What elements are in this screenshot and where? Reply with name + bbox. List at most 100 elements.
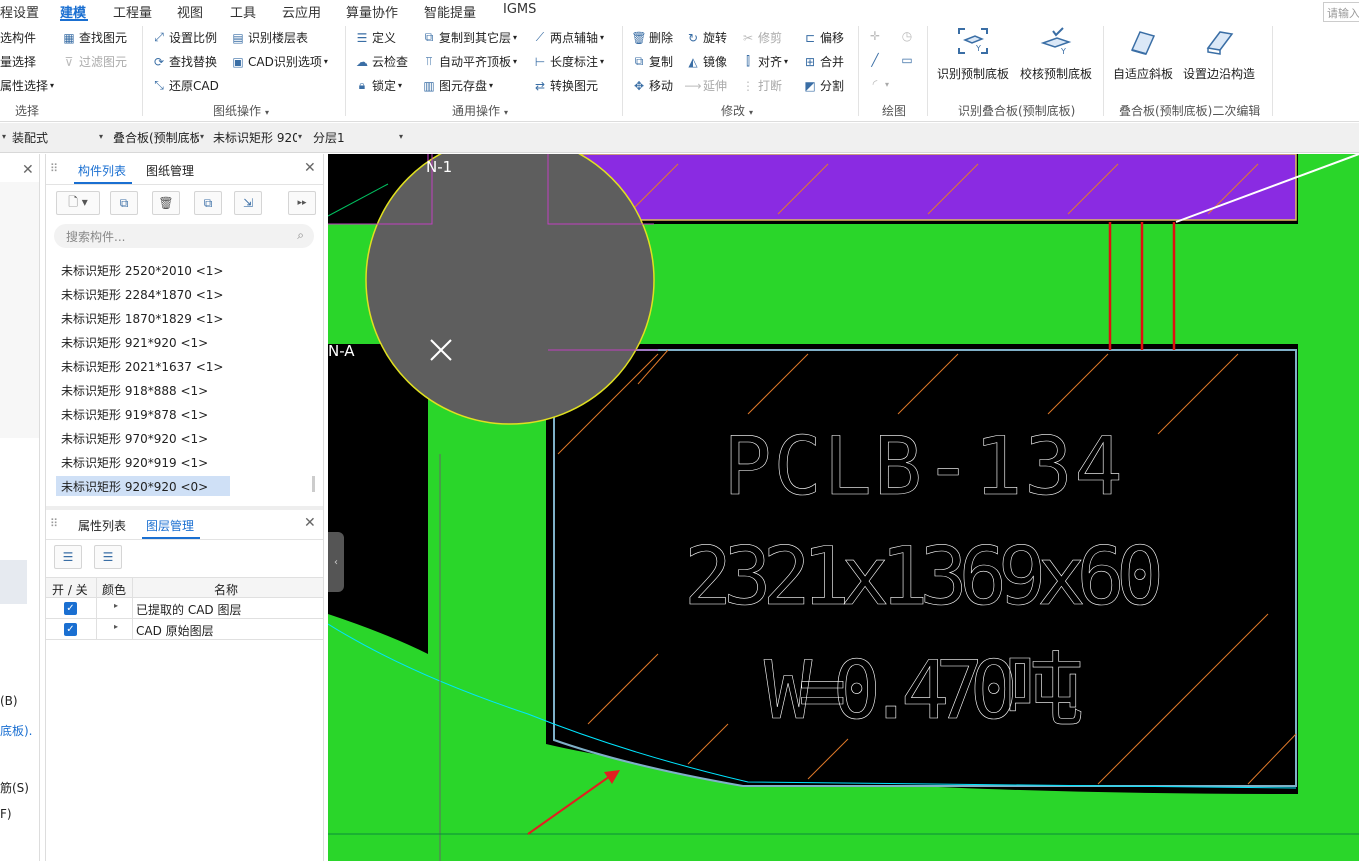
- set-edge-button[interactable]: 设置边沿构造: [1183, 26, 1255, 82]
- menu-cloud[interactable]: 云应用: [282, 2, 321, 21]
- more-tools-button[interactable]: ▸▸: [288, 191, 316, 215]
- expand-arrow-icon[interactable]: ▸: [114, 622, 118, 631]
- check-precast-button[interactable]: Y 校核预制底板: [1020, 26, 1092, 82]
- extend-button[interactable]: ⟶ 延伸: [684, 77, 727, 94]
- element-save-button[interactable]: ▥ 图元存盘 ▾: [422, 77, 493, 94]
- add-layer-button[interactable]: ☰: [54, 545, 82, 569]
- cloud-check-button[interactable]: ☁ 云检查: [355, 53, 408, 70]
- pick-component-button[interactable]: 选构件: [0, 29, 36, 46]
- find-replace-button[interactable]: ⟳ 查找替换: [152, 53, 217, 70]
- draw-rect-button[interactable]: ▭: [900, 53, 917, 67]
- drawing-canvas[interactable]: N-1 N-A PCLB-134 2321x1369x60 W=0.470吨: [328, 154, 1359, 861]
- draw-point-button[interactable]: ✛: [868, 29, 885, 43]
- component-list-item-selected[interactable]: 未标识矩形 920*920 <0>: [56, 476, 230, 496]
- nav-item[interactable]: F): [0, 807, 12, 821]
- import-component-button[interactable]: ⇲: [234, 191, 262, 215]
- mirror-button[interactable]: ◭ 镜像: [686, 53, 727, 70]
- menu-project-settings[interactable]: 程设置: [0, 2, 39, 21]
- offset-button[interactable]: ⊏ 偏移: [803, 29, 844, 46]
- tab-attribute-list[interactable]: 属性列表: [78, 517, 126, 534]
- layer-row[interactable]: ✓ ▸ 已提取的 CAD 图层: [46, 598, 323, 619]
- tab-drawing-management[interactable]: 图纸管理: [146, 162, 194, 179]
- menu-collab[interactable]: 算量协作: [346, 2, 398, 21]
- component-list-item[interactable]: 未标识矩形 2520*2010 <1>: [56, 260, 230, 280]
- filter-element-button[interactable]: ⊽ 过滤图元: [62, 53, 127, 70]
- attr-select-button[interactable]: 属性选择 ▾: [0, 77, 54, 94]
- set-scale-button[interactable]: ⤢ 设置比例: [152, 29, 217, 46]
- cad-drawing[interactable]: N-1 N-A PCLB-134 2321x1369x60 W=0.470吨: [328, 154, 1359, 861]
- scrollbar-thumb[interactable]: [312, 476, 315, 492]
- duplicate-component-button[interactable]: ⧉: [194, 191, 222, 215]
- menu-view[interactable]: 视图: [177, 2, 203, 21]
- component-search-input[interactable]: 搜索构件... ⌕: [54, 224, 314, 248]
- component-type-select[interactable]: 叠合板(预制底板): [113, 129, 199, 147]
- component-list-item[interactable]: 未标识矩形 921*920 <1>: [56, 332, 230, 352]
- nav-item[interactable]: 筋(S): [0, 779, 29, 796]
- delete-button[interactable]: 🗑︎ 删除: [631, 29, 673, 46]
- panel-collapse-handle[interactable]: ‹: [328, 532, 344, 592]
- two-point-axis-button[interactable]: ⟋ 两点辅轴 ▾: [533, 29, 604, 46]
- category-select[interactable]: 装配式: [12, 129, 102, 147]
- drag-handle-icon[interactable]: ⠿: [50, 517, 58, 530]
- layer-remove-icon: ☰: [102, 550, 114, 564]
- split-button[interactable]: ◩ 分割: [803, 77, 844, 94]
- merge-button[interactable]: ⊞ 合并: [803, 53, 844, 70]
- component-list-item[interactable]: 未标识矩形 970*920 <1>: [56, 428, 230, 448]
- cad-recognize-options-button[interactable]: ▣ CAD识别选项 ▾: [231, 53, 328, 70]
- menu-quantity[interactable]: 工程量: [113, 2, 152, 21]
- panel-divider[interactable]: [46, 506, 323, 510]
- layer-row[interactable]: ✓ ▸ CAD 原始图层: [46, 619, 323, 640]
- draw-arc-button[interactable]: ◜ ▾: [868, 77, 889, 91]
- component-list-item[interactable]: 未标识矩形 920*919 <1>: [56, 452, 230, 472]
- component-select[interactable]: 未标识矩形 920*920: [213, 129, 297, 147]
- nav-item-selected[interactable]: [0, 560, 27, 604]
- auto-align-top-button[interactable]: ⫪ 自动平齐顶板 ▾: [422, 53, 517, 70]
- cad-options-icon: ▣: [232, 54, 244, 69]
- draw-rotate-point-button[interactable]: ◷: [900, 29, 917, 43]
- axis-bubble-circle[interactable]: [365, 154, 655, 425]
- layer-visibility-checkbox[interactable]: ✓: [64, 623, 77, 636]
- new-component-button[interactable]: 🗋︎ ▾: [56, 191, 100, 215]
- lock-button[interactable]: 🔒︎ 锁定 ▾: [355, 77, 402, 94]
- draw-line-button[interactable]: ╱: [868, 53, 885, 67]
- menu-tools[interactable]: 工具: [230, 2, 256, 21]
- recognize-precast-button[interactable]: Y 识别预制底板: [937, 26, 1009, 82]
- copy-component-button[interactable]: ⧉: [110, 191, 138, 215]
- tab-component-list[interactable]: 构件列表: [78, 162, 126, 179]
- copy-to-layer-button[interactable]: ⧉ 复制到其它层 ▾: [422, 29, 517, 46]
- convert-element-button[interactable]: ⇄ 转换图元: [533, 77, 598, 94]
- rotate-button[interactable]: ↻ 旋转: [686, 29, 727, 46]
- recognize-floor-table-button[interactable]: ▤ 识别楼层表: [231, 29, 308, 46]
- delete-component-button[interactable]: 🗑︎: [152, 191, 180, 215]
- component-list-item[interactable]: 未标识矩形 1870*1829 <1>: [56, 308, 230, 328]
- nav-item[interactable]: 底板).: [0, 722, 33, 739]
- adaptive-slope-button[interactable]: 自适应斜板: [1113, 26, 1173, 82]
- menu-igms[interactable]: IGMS: [503, 2, 536, 17]
- layer-select[interactable]: 分层1: [313, 129, 393, 147]
- search-input[interactable]: 请输入: [1323, 2, 1359, 22]
- find-element-button[interactable]: ▦ 查找图元: [62, 29, 127, 46]
- component-list-item[interactable]: 未标识矩形 919*878 <1>: [56, 404, 230, 424]
- drag-handle-icon[interactable]: ⠿: [50, 162, 58, 175]
- copy-button[interactable]: ⧉ 复制: [632, 53, 673, 70]
- break-button[interactable]: ⋮ 打断: [741, 77, 782, 94]
- expand-arrow-icon[interactable]: ▸: [114, 601, 118, 610]
- tab-layer-management[interactable]: 图层管理: [146, 517, 194, 534]
- restore-cad-button[interactable]: ⤡ 还原CAD: [152, 77, 219, 94]
- layer-visibility-checkbox[interactable]: ✓: [64, 602, 77, 615]
- component-list-item[interactable]: 未标识矩形 918*888 <1>: [56, 380, 230, 400]
- trim-button[interactable]: ✂ 修剪: [741, 29, 782, 46]
- move-button[interactable]: ✥ 移动: [632, 77, 673, 94]
- close-icon[interactable]: ✕: [304, 160, 316, 176]
- batch-select-button[interactable]: 量选择: [0, 53, 36, 70]
- close-icon[interactable]: ✕: [304, 515, 316, 531]
- nav-item[interactable]: (B): [0, 694, 18, 708]
- length-dim-button[interactable]: ⊢ 长度标注 ▾: [533, 53, 604, 70]
- define-button[interactable]: ☰ 定义: [355, 29, 396, 46]
- component-list-item[interactable]: 未标识矩形 2021*1637 <1>: [56, 356, 230, 376]
- remove-layer-button[interactable]: ☰: [94, 545, 122, 569]
- align-button[interactable]: ⫿ 对齐 ▾: [741, 53, 788, 70]
- close-icon[interactable]: ✕: [22, 162, 34, 178]
- menu-smart-extract[interactable]: 智能提量: [424, 2, 476, 21]
- component-list-item[interactable]: 未标识矩形 2284*1870 <1>: [56, 284, 230, 304]
